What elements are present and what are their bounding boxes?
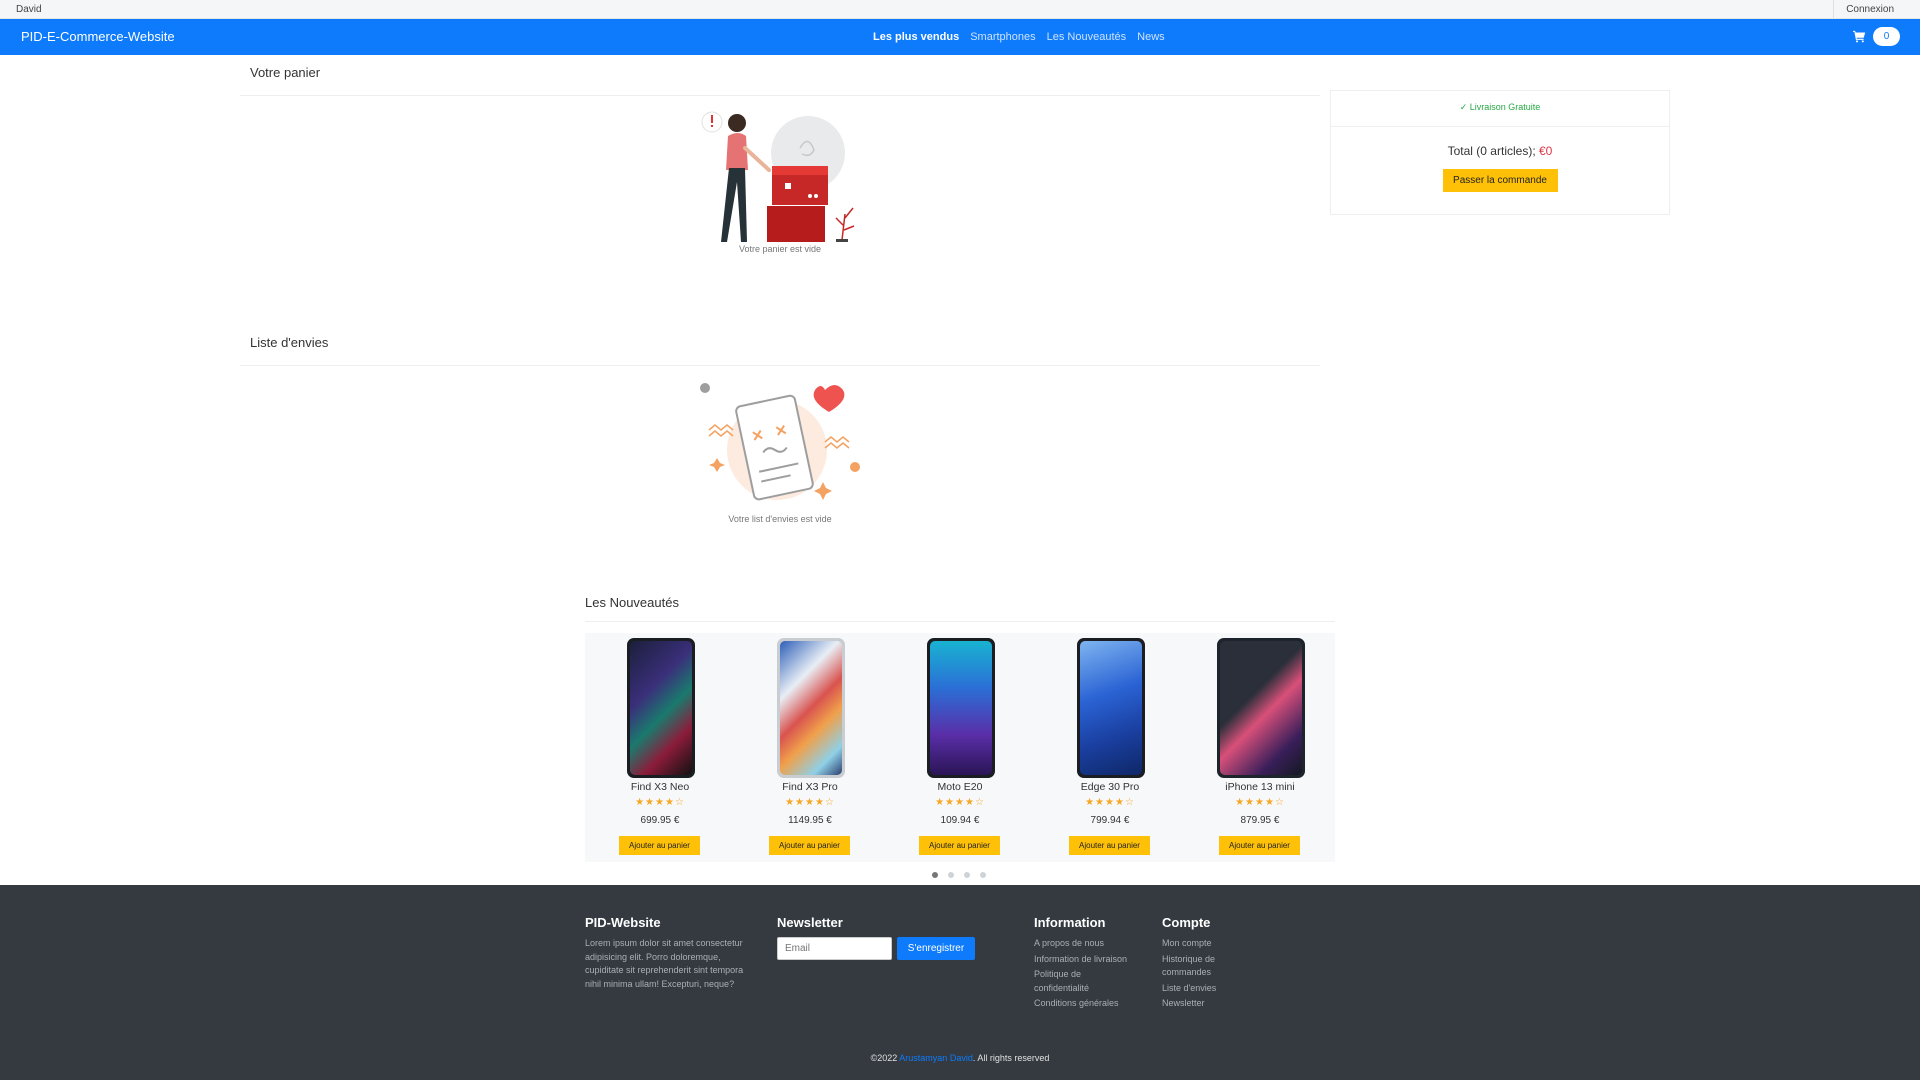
star-rating: ★★★★☆ bbox=[1235, 797, 1285, 808]
checkout-button[interactable]: Passer la commande bbox=[1442, 169, 1558, 192]
footer-account: Compte Mon compte Historique de commande… bbox=[1162, 915, 1237, 1013]
add-to-cart-button[interactable]: Ajouter au panier bbox=[1069, 836, 1150, 855]
star-rating: ★★★★☆ bbox=[1085, 797, 1135, 808]
copyright-text: . All rights reserved bbox=[972, 1053, 1050, 1063]
product-image[interactable] bbox=[627, 638, 695, 778]
footer-about-title: PID-Website bbox=[585, 915, 661, 930]
product-name[interactable]: iPhone 13 mini bbox=[1185, 781, 1335, 793]
carousel-dot-4[interactable] bbox=[980, 872, 986, 878]
footer-newsletter-title: Newsletter bbox=[777, 915, 843, 930]
nav-news[interactable]: News bbox=[1137, 31, 1165, 43]
product-image[interactable] bbox=[1077, 638, 1145, 778]
author-link[interactable]: Arustamyan David bbox=[899, 1053, 973, 1063]
product-card[interactable]: Edge 30 Pro ★★★★☆ 799.94 € Ajouter au pa… bbox=[1035, 633, 1185, 862]
add-to-cart-button[interactable]: Ajouter au panier bbox=[769, 836, 850, 855]
product-price: 699.95 € bbox=[640, 815, 680, 826]
free-shipping-text: Livraison Gratuite bbox=[1469, 102, 1541, 112]
nav-links: Les plus vendus Smartphones Les Nouveaut… bbox=[873, 31, 1165, 43]
new-products-divider bbox=[585, 621, 1335, 622]
product-image[interactable] bbox=[1217, 638, 1305, 778]
empty-cart-text: Votre panier est vide bbox=[738, 244, 822, 254]
product-name[interactable]: Edge 30 Pro bbox=[1035, 781, 1185, 793]
product-card[interactable]: Find X3 Neo ★★★★☆ 699.95 € Ajouter au pa… bbox=[585, 633, 735, 862]
copyright: ©2022 Arustamyan David. All rights reser… bbox=[0, 1053, 1920, 1063]
cart-total: Total (0 articles); €0 bbox=[1331, 144, 1669, 158]
wishlist-divider bbox=[240, 365, 1320, 366]
copyright-year: ©2022 bbox=[870, 1053, 898, 1063]
star-rating: ★★★★☆ bbox=[635, 797, 685, 808]
footer-link-wishlist[interactable]: Liste d'envies bbox=[1162, 982, 1237, 996]
product-image[interactable] bbox=[777, 638, 845, 778]
product-card[interactable]: iPhone 13 mini ★★★★☆ 879.95 € Ajouter au… bbox=[1185, 633, 1335, 862]
brand-logo[interactable]: PID-E-Commerce-Website bbox=[21, 29, 175, 44]
product-name[interactable]: Moto E20 bbox=[885, 781, 1035, 793]
empty-wishlist-illustration bbox=[700, 383, 860, 501]
product-price: 879.95 € bbox=[1240, 815, 1280, 826]
add-to-cart-button[interactable]: Ajouter au panier bbox=[619, 836, 700, 855]
footer-link-order-history[interactable]: Historique de commandes bbox=[1162, 953, 1237, 980]
product-price: 109.94 € bbox=[940, 815, 980, 826]
carousel-dot-2[interactable] bbox=[948, 872, 954, 878]
footer-link-delivery[interactable]: Information de livraison bbox=[1034, 953, 1149, 967]
navbar: PID-E-Commerce-Website Les plus vendus S… bbox=[0, 19, 1920, 55]
carousel-dot-3[interactable] bbox=[964, 872, 970, 878]
total-amount: €0 bbox=[1539, 144, 1553, 158]
product-name[interactable]: Find X3 Pro bbox=[735, 781, 885, 793]
wishlist-title: Liste d'envies bbox=[250, 335, 329, 350]
footer-about-text: Lorem ipsum dolor sit amet consectetur a… bbox=[585, 938, 744, 989]
product-image[interactable] bbox=[927, 638, 995, 778]
cart-count-badge: 0 bbox=[1873, 27, 1900, 46]
top-bar: David Connexion bbox=[0, 0, 1920, 19]
check-icon: ✓ bbox=[1459, 102, 1470, 112]
login-link[interactable]: Connexion bbox=[1833, 0, 1920, 18]
cart-title: Votre panier bbox=[250, 65, 321, 80]
product-card[interactable]: Moto E20 ★★★★☆ 109.94 € Ajouter au panie… bbox=[885, 633, 1035, 862]
product-carousel: Find X3 Neo ★★★★☆ 699.95 € Ajouter au pa… bbox=[585, 633, 1335, 862]
nav-best-sellers[interactable]: Les plus vendus bbox=[873, 31, 959, 43]
add-to-cart-button[interactable]: Ajouter au panier bbox=[919, 836, 1000, 855]
footer-info-title: Information bbox=[1034, 915, 1106, 930]
product-name[interactable]: Find X3 Neo bbox=[585, 781, 735, 793]
carousel-dot-1[interactable] bbox=[932, 872, 938, 878]
footer-link-about[interactable]: A propos de nous bbox=[1034, 937, 1149, 951]
newsletter-subscribe-button[interactable]: S'enregistrer bbox=[897, 937, 975, 960]
order-summary-card: ✓ Livraison Gratuite Total (0 articles);… bbox=[1330, 90, 1670, 215]
username: David bbox=[16, 4, 42, 15]
footer-link-terms[interactable]: Conditions générales bbox=[1034, 997, 1149, 1011]
nav-smartphones[interactable]: Smartphones bbox=[970, 31, 1035, 43]
cart-icon bbox=[1853, 30, 1866, 43]
product-card[interactable]: Find X3 Pro ★★★★☆ 1149.95 € Ajouter au p… bbox=[735, 633, 885, 862]
add-to-cart-button[interactable]: Ajouter au panier bbox=[1219, 836, 1300, 855]
footer-account-title: Compte bbox=[1162, 915, 1211, 930]
footer-information: Information A propos de nous Information… bbox=[1034, 915, 1149, 1013]
empty-cart-illustration bbox=[701, 111, 855, 242]
footer-about: PID-Website Lorem ipsum dolor sit amet c… bbox=[585, 915, 760, 991]
footer-newsletter: Newsletter S'enregistrer bbox=[777, 915, 997, 960]
footer-link-newsletter[interactable]: Newsletter bbox=[1162, 997, 1237, 1011]
free-shipping-label: ✓ Livraison Gratuite bbox=[1331, 91, 1669, 127]
cart-button[interactable]: 0 bbox=[1853, 27, 1900, 46]
total-label: Total (0 articles); bbox=[1447, 144, 1536, 158]
new-products-title: Les Nouveautés bbox=[585, 595, 679, 610]
nav-new-arrivals[interactable]: Les Nouveautés bbox=[1047, 31, 1127, 43]
empty-wishlist-text: Votre list d'envies est vide bbox=[728, 514, 832, 524]
cart-divider bbox=[240, 95, 1320, 96]
footer-link-my-account[interactable]: Mon compte bbox=[1162, 937, 1237, 951]
star-rating: ★★★★☆ bbox=[935, 797, 985, 808]
carousel-indicators bbox=[932, 872, 986, 878]
footer-link-privacy[interactable]: Politique de confidentialité bbox=[1034, 968, 1114, 995]
star-rating: ★★★★☆ bbox=[785, 797, 835, 808]
product-price: 799.94 € bbox=[1090, 815, 1130, 826]
product-price: 1149.95 € bbox=[788, 815, 832, 826]
newsletter-email-input[interactable] bbox=[777, 937, 892, 960]
footer: PID-Website Lorem ipsum dolor sit amet c… bbox=[0, 885, 1920, 1080]
